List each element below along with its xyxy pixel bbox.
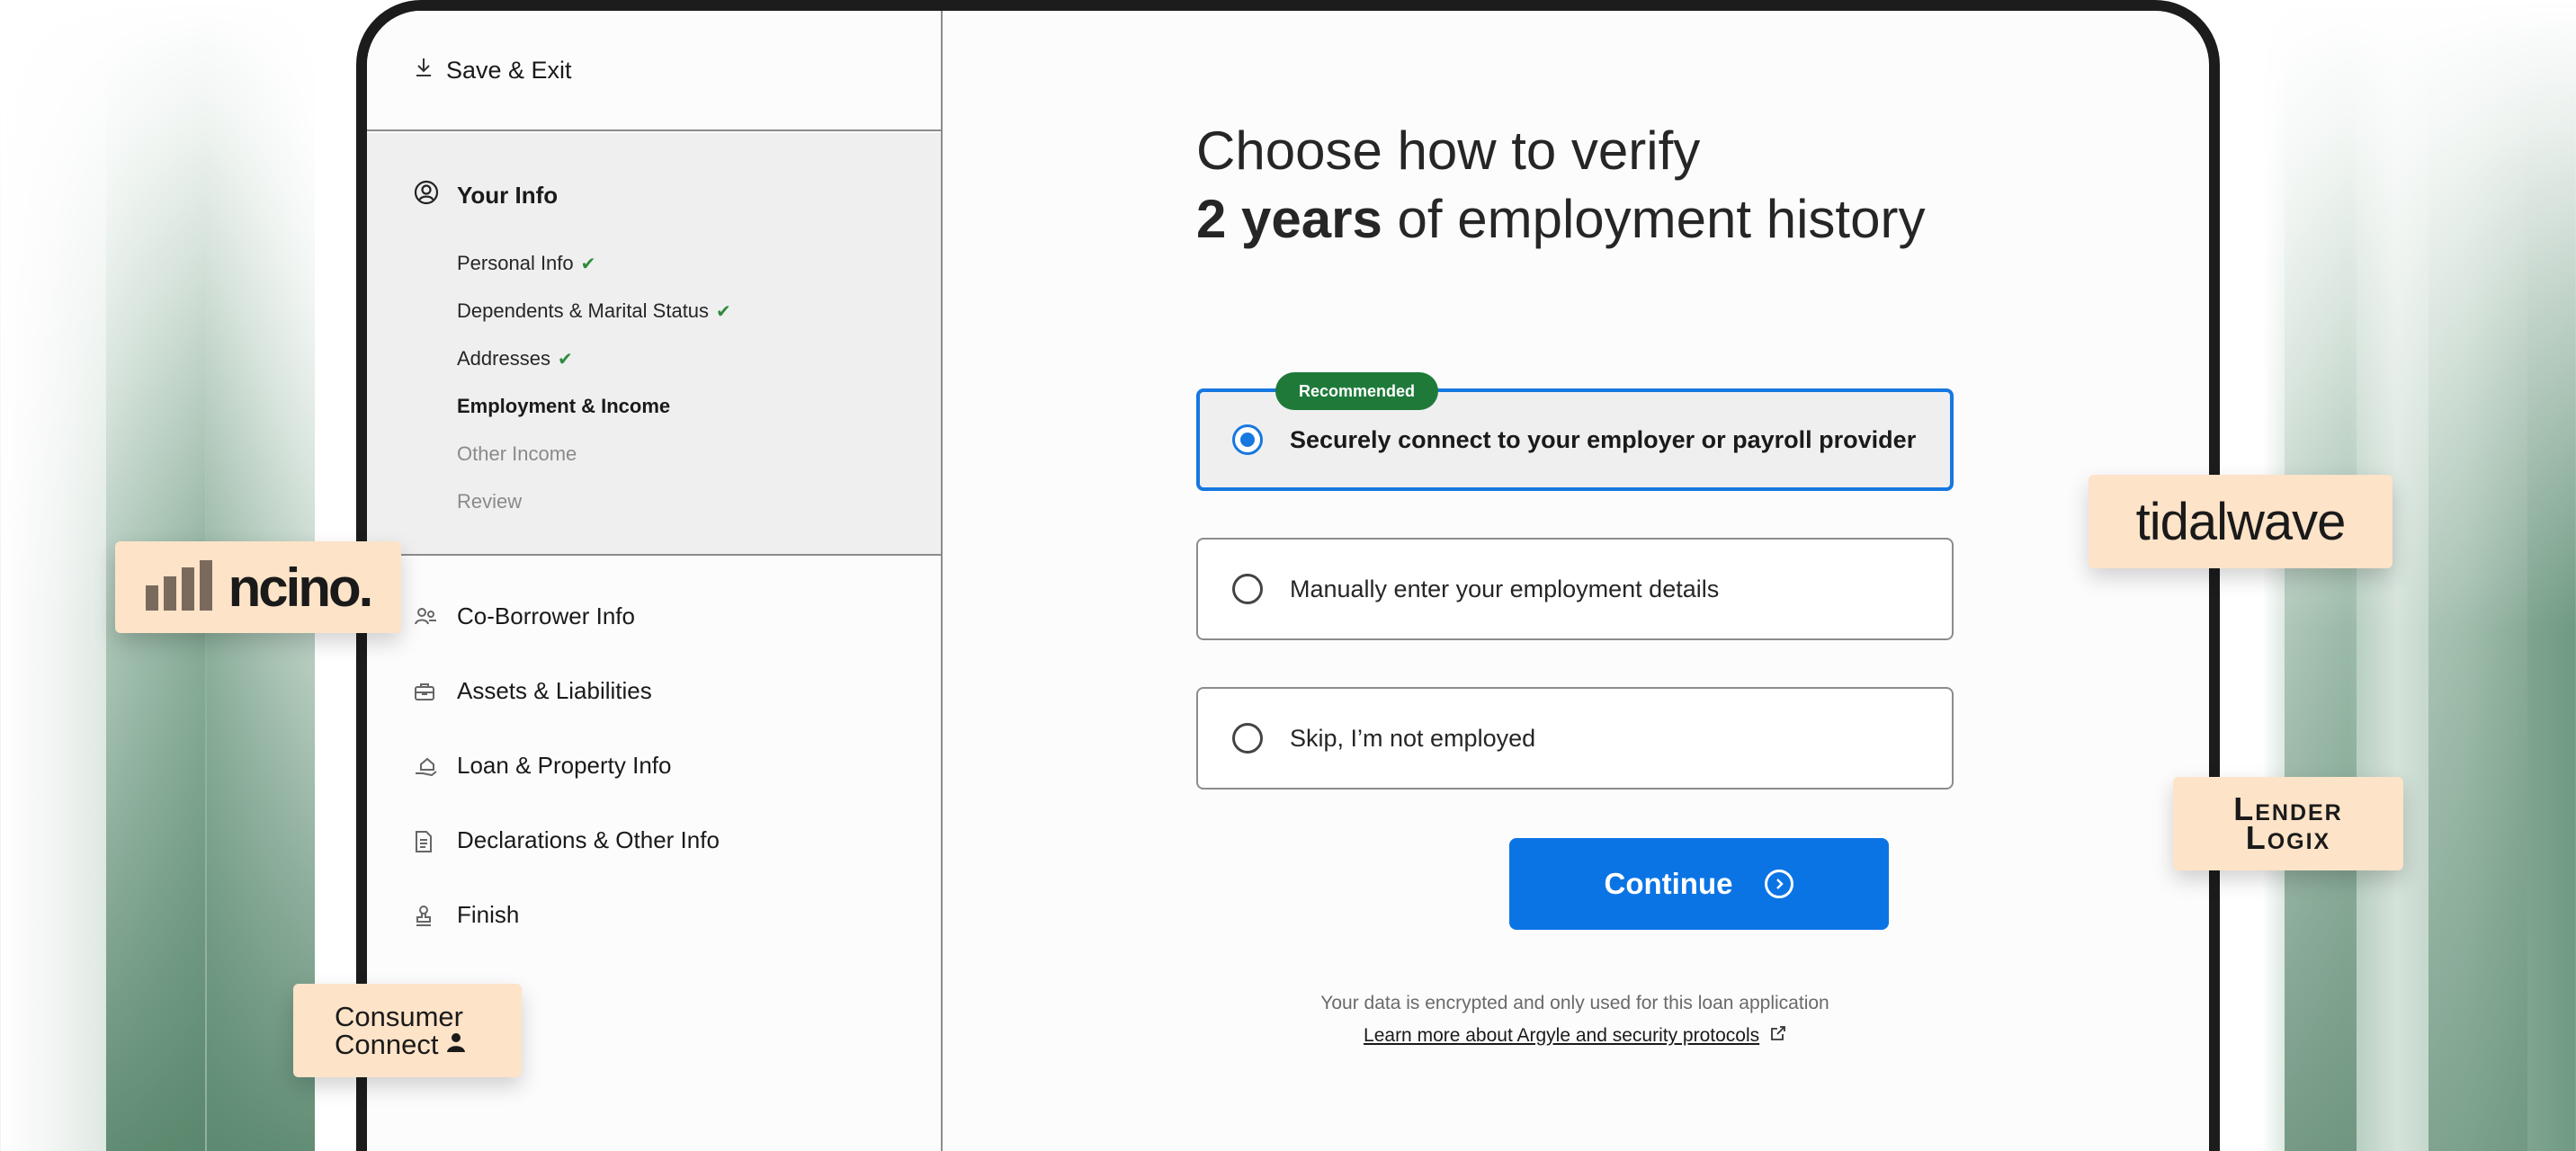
option-label: Securely connect to your employer or pay… — [1290, 425, 1917, 453]
briefcase-icon — [414, 681, 435, 702]
user-circle-icon — [414, 180, 439, 211]
sidebar-item-finish[interactable]: Finish — [414, 901, 519, 929]
chevron-right-circle-icon — [1765, 870, 1794, 898]
co-borrower-icon — [414, 606, 436, 628]
sidebar-item-label: Review — [457, 490, 523, 513]
sidebar-item-label: Finish — [457, 901, 520, 928]
download-icon — [414, 57, 434, 85]
consumer-wordmark: Consumer — [335, 1001, 463, 1032]
tablet-frame: Save & Exit Your Info Personal Info ✔ De… — [356, 0, 2220, 1151]
sidebar-item-other-income[interactable]: Other Income — [457, 442, 577, 466]
sidebar-item-review[interactable]: Review — [457, 490, 522, 513]
save-exit-label: Save & Exit — [446, 56, 572, 84]
app-screen: Save & Exit Your Info Personal Info ✔ De… — [367, 11, 2209, 1151]
connect-wordmark: Connect — [335, 1029, 439, 1060]
connect-row: Connect — [335, 1031, 467, 1058]
consumer-connect-logo: Consumer Connect — [293, 984, 522, 1077]
title-emphasis: 2 years — [1196, 189, 1382, 249]
sidebar: Save & Exit Your Info Personal Info ✔ De… — [367, 11, 943, 1151]
sidebar-item-addresses[interactable]: Addresses ✔ — [457, 347, 573, 370]
check-icon: ✔ — [580, 254, 596, 274]
bar-chart-icon — [145, 559, 214, 615]
sidebar-item-label: Other Income — [457, 442, 577, 465]
main-content: Choose how to verify 2 years of employme… — [943, 11, 2209, 1151]
tidalwave-logo: tidalwave — [2089, 475, 2393, 568]
continue-button[interactable]: Continue — [1509, 838, 1889, 930]
sidebar-item-label: Employment & Income — [457, 395, 671, 417]
ncino-wordmark: ncino. — [228, 557, 374, 618]
ncino-logo: ncino. — [115, 541, 401, 633]
sidebar-section-your-info: Your Info Personal Info ✔ Dependents & M… — [367, 133, 941, 556]
section-title[interactable]: Your Info — [414, 180, 558, 211]
sidebar-item-co-borrower[interactable]: Co-Borrower Info — [414, 602, 635, 630]
lender-logix-logo: Lender Logix — [2173, 777, 2403, 870]
radio-unselected[interactable] — [1232, 574, 1263, 604]
security-note: Your data is encrypted and only used for… — [1320, 993, 1829, 1013]
radio-unselected[interactable] — [1232, 723, 1263, 754]
check-icon: ✔ — [716, 301, 731, 322]
radio-selected[interactable] — [1232, 424, 1263, 455]
continue-label: Continue — [1604, 867, 1733, 900]
option-label: Skip, I’m not employed — [1290, 724, 1536, 752]
logix-wordmark: Logix — [2245, 819, 2331, 856]
sidebar-item-label: Personal Info — [457, 252, 574, 274]
option-label: Manually enter your employment details — [1290, 575, 1720, 602]
learn-more-link[interactable]: Learn more about Argyle and security pro… — [1364, 1025, 1759, 1046]
tidalwave-wordmark: tidalwave — [2135, 492, 2347, 551]
external-link-icon[interactable] — [1770, 1025, 1786, 1047]
sidebar-item-loan-property[interactable]: Loan & Property Info — [414, 752, 671, 780]
sidebar-item-label: Co-Borrower Info — [457, 602, 635, 629]
sidebar-item-dependents[interactable]: Dependents & Marital Status ✔ — [457, 299, 731, 323]
page-title: Choose how to verify 2 years of employme… — [1196, 117, 1925, 254]
title-line-1: Choose how to verify — [1196, 120, 1701, 181]
option-skip-not-employed[interactable]: Skip, I’m not employed — [1196, 687, 1954, 790]
sidebar-item-label: Addresses — [457, 347, 550, 370]
sidebar-item-declarations[interactable]: Declarations & Other Info — [414, 826, 720, 854]
sidebar-item-label: Dependents & Marital Status — [457, 299, 710, 322]
house-hand-icon — [414, 755, 437, 777]
sidebar-item-label: Assets & Liabilities — [457, 677, 652, 704]
check-icon: ✔ — [557, 349, 573, 370]
sidebar-item-assets[interactable]: Assets & Liabilities — [414, 677, 652, 705]
person-icon — [445, 1031, 467, 1057]
sidebar-item-personal-info[interactable]: Personal Info ✔ — [457, 252, 595, 275]
sidebar-item-label: Declarations & Other Info — [457, 826, 720, 853]
sidebar-item-employment-income[interactable]: Employment & Income — [457, 395, 670, 418]
save-exit-button[interactable]: Save & Exit — [367, 11, 941, 131]
title-line-2: of employment history — [1382, 189, 1926, 249]
option-manual-entry[interactable]: Manually enter your employment details — [1196, 538, 1954, 640]
document-icon — [414, 830, 435, 852]
recommended-badge: Recommended — [1275, 372, 1439, 410]
section-title-label: Your Info — [457, 182, 559, 209]
stamp-icon — [414, 905, 435, 926]
sidebar-item-label: Loan & Property Info — [457, 752, 672, 779]
learn-more-row: Learn more about Argyle and security pro… — [1196, 1025, 1954, 1047]
